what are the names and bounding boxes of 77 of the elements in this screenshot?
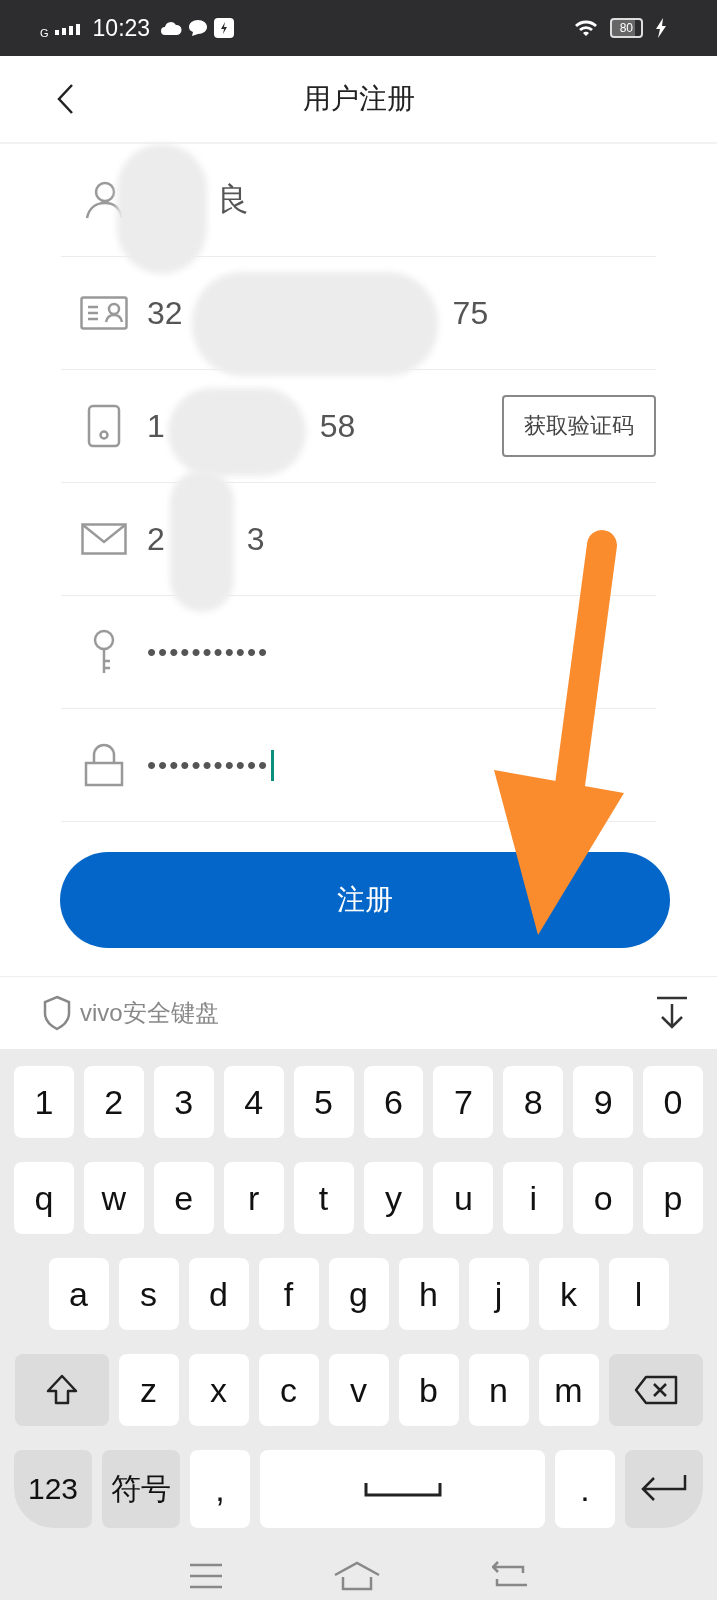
keyboard-key[interactable]: 6 <box>363 1066 424 1138</box>
keyboard-key[interactable]: u <box>433 1162 494 1234</box>
keyboard-key[interactable]: h <box>398 1258 459 1330</box>
keyboard-key[interactable]: p <box>643 1162 704 1234</box>
phone-icon <box>87 404 121 448</box>
back-icon[interactable] <box>56 83 74 115</box>
field-value: 1 <box>147 407 165 445</box>
keyboard-key[interactable]: t <box>293 1162 354 1234</box>
bolt-app-icon <box>214 18 235 38</box>
keyboard-key[interactable]: 符号 <box>102 1450 180 1528</box>
keyboard-key[interactable]: 3 <box>153 1066 214 1138</box>
wifi-icon <box>573 19 598 37</box>
keyboard-key[interactable]: d <box>188 1258 249 1330</box>
charging-bolt-icon <box>655 18 667 38</box>
keyboard-key[interactable]: 0 <box>643 1066 704 1138</box>
backspace-key[interactable] <box>608 1354 703 1426</box>
keyboard-key[interactable]: 5 <box>293 1066 354 1138</box>
shield-icon <box>42 995 72 1031</box>
keyboard-key[interactable]: o <box>573 1162 634 1234</box>
keyboard-key[interactable]: x <box>188 1354 249 1426</box>
keyboard-key[interactable]: 7 <box>433 1066 494 1138</box>
mail-icon <box>81 523 127 555</box>
field-value: 良 <box>217 180 249 219</box>
hide-keyboard-icon[interactable] <box>655 996 689 1030</box>
keyboard-key[interactable]: 9 <box>573 1066 634 1138</box>
keyboard-key[interactable]: z <box>118 1354 179 1426</box>
keyboard-key[interactable]: m <box>538 1354 599 1426</box>
keyboard-key[interactable]: 4 <box>223 1066 284 1138</box>
keyboard-key[interactable]: . <box>555 1450 615 1528</box>
menu-icon[interactable] <box>189 1562 224 1589</box>
keyboard-key[interactable]: l <box>608 1258 669 1330</box>
id-card-icon <box>80 296 128 330</box>
chat-bubble-icon <box>188 19 209 37</box>
field-value: 2 <box>147 520 165 558</box>
get-code-button[interactable]: 获取验证码 <box>502 395 656 457</box>
keyboard-key[interactable]: a <box>48 1258 109 1330</box>
keyboard-key[interactable]: s <box>118 1258 179 1330</box>
field-value: 32 <box>147 294 183 332</box>
keyboard-key[interactable]: g <box>328 1258 389 1330</box>
keyboard-key[interactable]: j <box>468 1258 529 1330</box>
padlock-icon <box>84 743 124 787</box>
enter-key[interactable] <box>625 1450 703 1528</box>
shift-icon <box>44 1373 79 1407</box>
keyboard-key[interactable]: f <box>258 1258 319 1330</box>
keyboard-key[interactable]: e <box>153 1162 214 1234</box>
register-button[interactable]: 注册 <box>60 852 670 948</box>
field-value: 75 <box>452 294 489 332</box>
keyboard-key[interactable]: 123 <box>14 1450 92 1528</box>
clock-time: 10:23 <box>92 14 151 42</box>
keyboard-key[interactable]: 2 <box>83 1066 144 1138</box>
keyboard-key[interactable]: , <box>190 1450 250 1528</box>
space-bar-icon <box>363 1481 442 1497</box>
keyboard-key[interactable]: b <box>398 1354 459 1426</box>
home-icon[interactable] <box>333 1560 382 1591</box>
keyboard-key[interactable]: r <box>223 1162 284 1234</box>
signal-icon <box>54 21 83 35</box>
network-type: G <box>40 26 49 39</box>
keyboard-key[interactable]: v <box>328 1354 389 1426</box>
battery-indicator: 80 <box>609 18 643 38</box>
keyboard-key[interactable]: q <box>13 1162 74 1234</box>
field-value: 58 <box>319 407 356 445</box>
page-title: 用户注册 <box>302 82 415 116</box>
keyboard-title: vivo安全键盘 <box>80 998 220 1028</box>
keyboard-key[interactable]: n <box>468 1354 529 1426</box>
keyboard-key[interactable]: y <box>363 1162 424 1234</box>
cloud-icon <box>160 20 183 36</box>
field-value: 3 <box>246 520 265 558</box>
password-dots: ••••••••••• <box>147 636 270 668</box>
keyboard-key[interactable]: i <box>503 1162 564 1234</box>
keyboard-key[interactable]: c <box>258 1354 319 1426</box>
keyboard-key[interactable]: w <box>83 1162 144 1234</box>
keyboard-key[interactable]: 8 <box>503 1066 564 1138</box>
password-dots: ••••••••••• <box>147 749 275 781</box>
keyboard-key[interactable]: 1 <box>13 1066 74 1138</box>
keyboard-key[interactable]: k <box>538 1258 599 1330</box>
backspace-icon <box>633 1375 678 1405</box>
shift-key[interactable] <box>14 1354 109 1426</box>
